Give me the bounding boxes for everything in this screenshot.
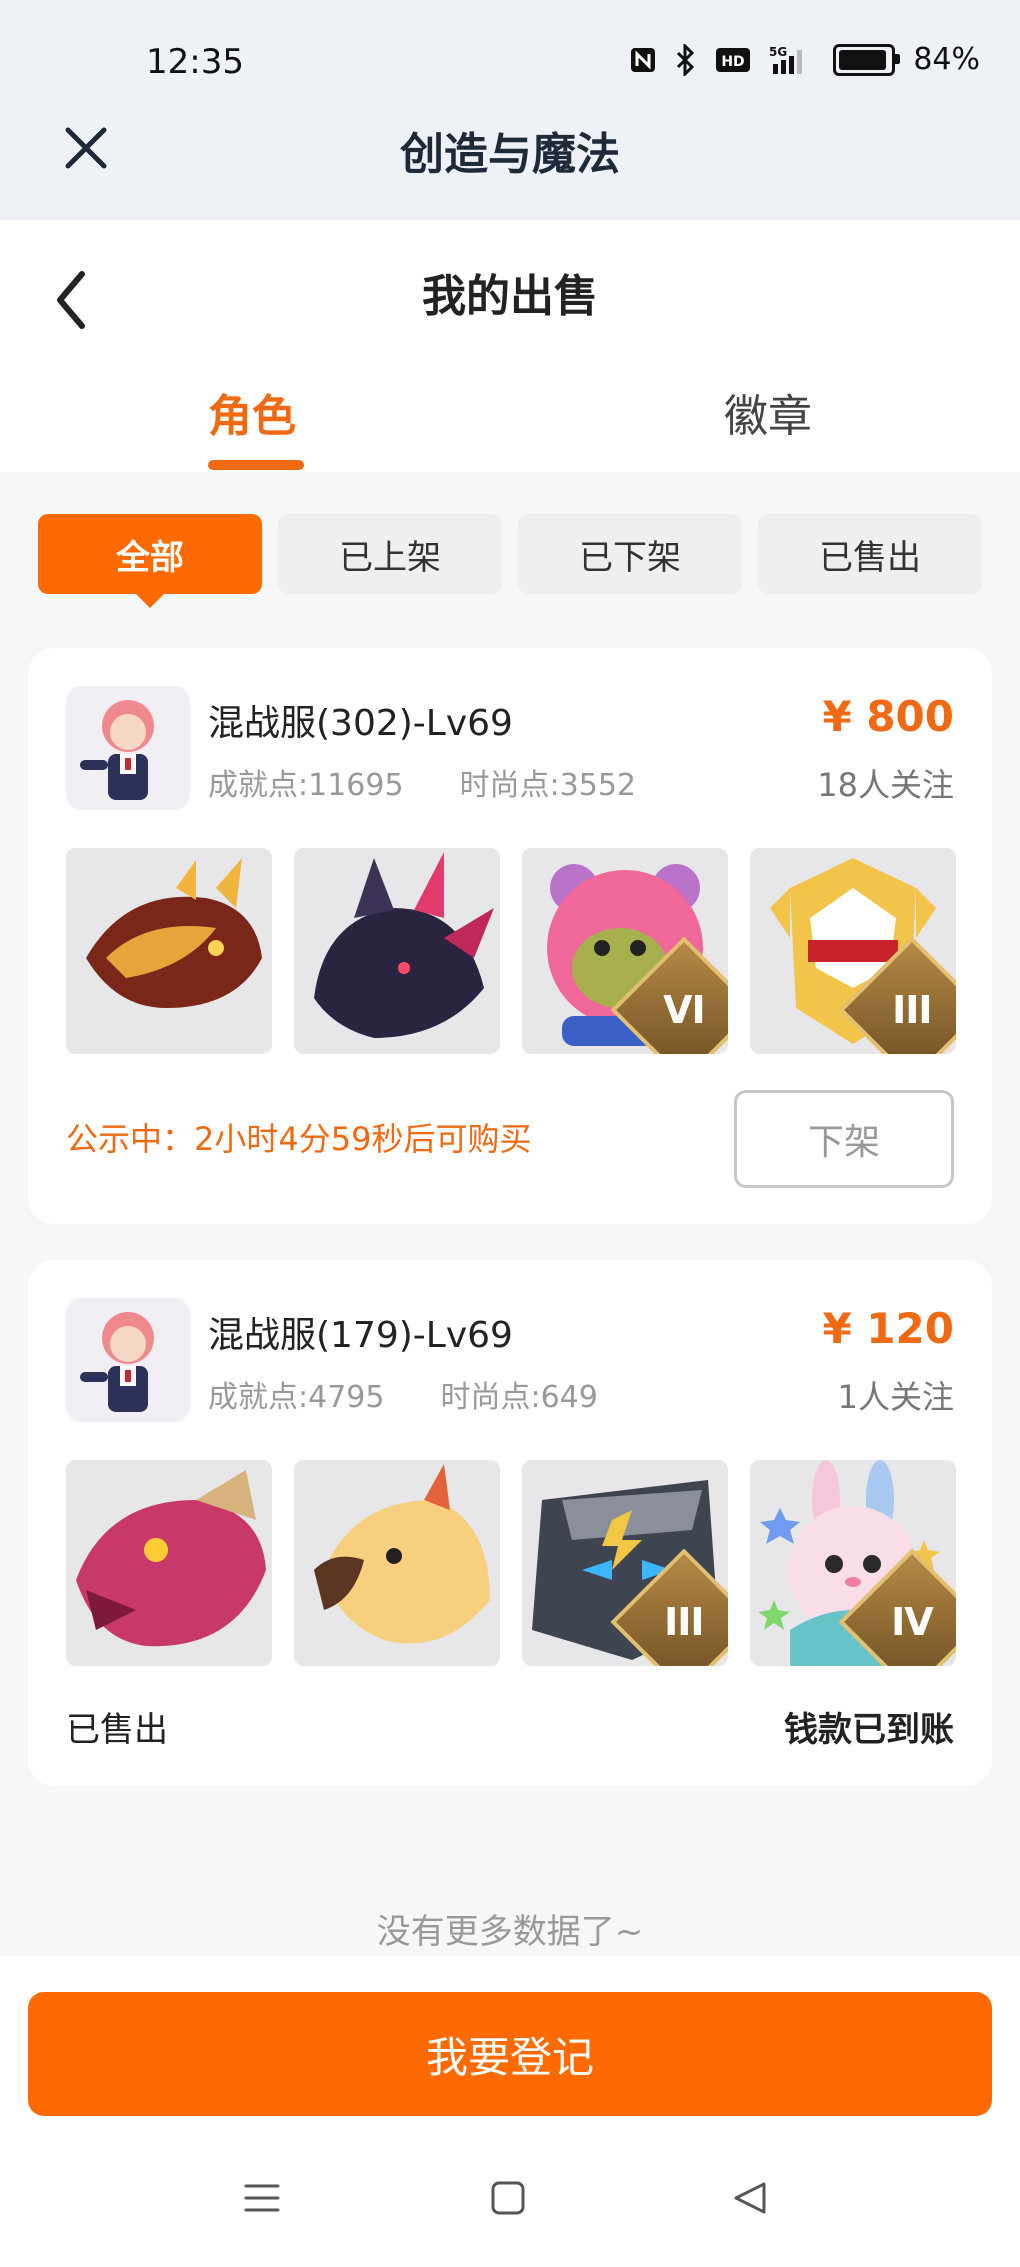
- fashion-points: 时尚点:3552: [459, 768, 637, 803]
- avatar: [66, 1298, 190, 1422]
- page-title: 我的出售: [422, 271, 598, 322]
- listing-card[interactable]: 混战服(179)-Lv69 成就点:4795 时尚点:649 ¥ 120 1人关…: [28, 1260, 992, 1786]
- tab-badge[interactable]: 徽章: [724, 380, 812, 444]
- svg-text:HD: HD: [722, 54, 745, 70]
- avatar: [66, 686, 190, 810]
- home-icon[interactable]: [488, 2178, 528, 2218]
- page-header: 我的出售 角色 徽章: [0, 220, 1020, 472]
- app-title: 创造与魔法: [400, 129, 620, 180]
- bottom-action-bar: 我要登记: [0, 1956, 1020, 2126]
- price: ¥ 120: [822, 1304, 954, 1353]
- battery-percent: 84%: [913, 42, 980, 77]
- system-navigation-bar: [0, 2126, 1020, 2267]
- 5g-signal-icon: 5G: [769, 44, 815, 76]
- status-filter-bar: 全部 已上架 已下架 已售出: [38, 514, 982, 594]
- tab-bar: 角色 徽章: [0, 380, 1020, 472]
- price: ¥ 800: [822, 692, 954, 741]
- svg-text:5G: 5G: [769, 45, 787, 59]
- app-topbar: 12:35 HD 5G 84% 创造与魔法: [0, 0, 1020, 220]
- server-level: 混战服(302)-Lv69: [208, 703, 513, 744]
- battery-icon: [833, 43, 901, 76]
- sold-status: 已售出: [66, 1710, 168, 1750]
- payment-status: 钱款已到账: [784, 1710, 954, 1750]
- role-stats: 成就点:4795 时尚点:649: [208, 1372, 598, 1416]
- menu-icon[interactable]: [242, 2178, 282, 2218]
- hd-icon: HD: [715, 47, 751, 73]
- bluetooth-icon: [675, 43, 697, 76]
- filter-listed[interactable]: 已上架: [278, 514, 502, 594]
- golden-bird-mount-icon[interactable]: [294, 1460, 500, 1666]
- end-of-list-text: 没有更多数据了~: [376, 1912, 644, 1952]
- pink-bear-mount-icon[interactable]: VI: [522, 848, 728, 1054]
- listing-card[interactable]: 混战服(302)-Lv69 成就点:11695 时尚点:3552 ¥ 800 1…: [28, 648, 992, 1224]
- follower-count: 18人关注: [817, 766, 954, 804]
- stone-golem-mount-icon[interactable]: III: [522, 1460, 728, 1666]
- follower-count: 1人关注: [837, 1378, 954, 1416]
- active-tab-indicator: [208, 460, 304, 470]
- item-thumbnails: VI III: [66, 848, 956, 1054]
- fashion-points: 时尚点:649: [440, 1380, 598, 1415]
- nfc-icon: [629, 46, 657, 74]
- status-icons: HD 5G 84%: [629, 42, 980, 77]
- status-time: 12:35: [146, 42, 244, 82]
- delist-button[interactable]: 下架: [734, 1090, 954, 1188]
- red-dragon-mount-icon[interactable]: [66, 1460, 272, 1666]
- tab-role[interactable]: 角色: [208, 380, 296, 444]
- fire-dragon-mount-icon[interactable]: [66, 848, 272, 1054]
- achievement-points: 成就点:4795: [208, 1380, 385, 1415]
- golden-helmet-mount-icon[interactable]: III: [750, 848, 956, 1054]
- register-button[interactable]: 我要登记: [28, 1992, 992, 2116]
- pink-bunny-mount-icon[interactable]: IV: [750, 1460, 956, 1666]
- filter-sold[interactable]: 已售出: [758, 514, 982, 594]
- item-thumbnails: III IV: [66, 1460, 956, 1666]
- role-stats: 成就点:11695 时尚点:3552: [208, 760, 636, 804]
- back-triangle-icon[interactable]: [730, 2178, 770, 2218]
- filter-delisted[interactable]: 已下架: [518, 514, 742, 594]
- filter-all[interactable]: 全部: [38, 514, 262, 594]
- dark-dragon-mount-icon[interactable]: [294, 848, 500, 1054]
- server-level: 混战服(179)-Lv69: [208, 1315, 513, 1356]
- public-notice: 公示中：2小时4分59秒后可购买: [66, 1120, 532, 1158]
- achievement-points: 成就点:11695: [208, 768, 404, 803]
